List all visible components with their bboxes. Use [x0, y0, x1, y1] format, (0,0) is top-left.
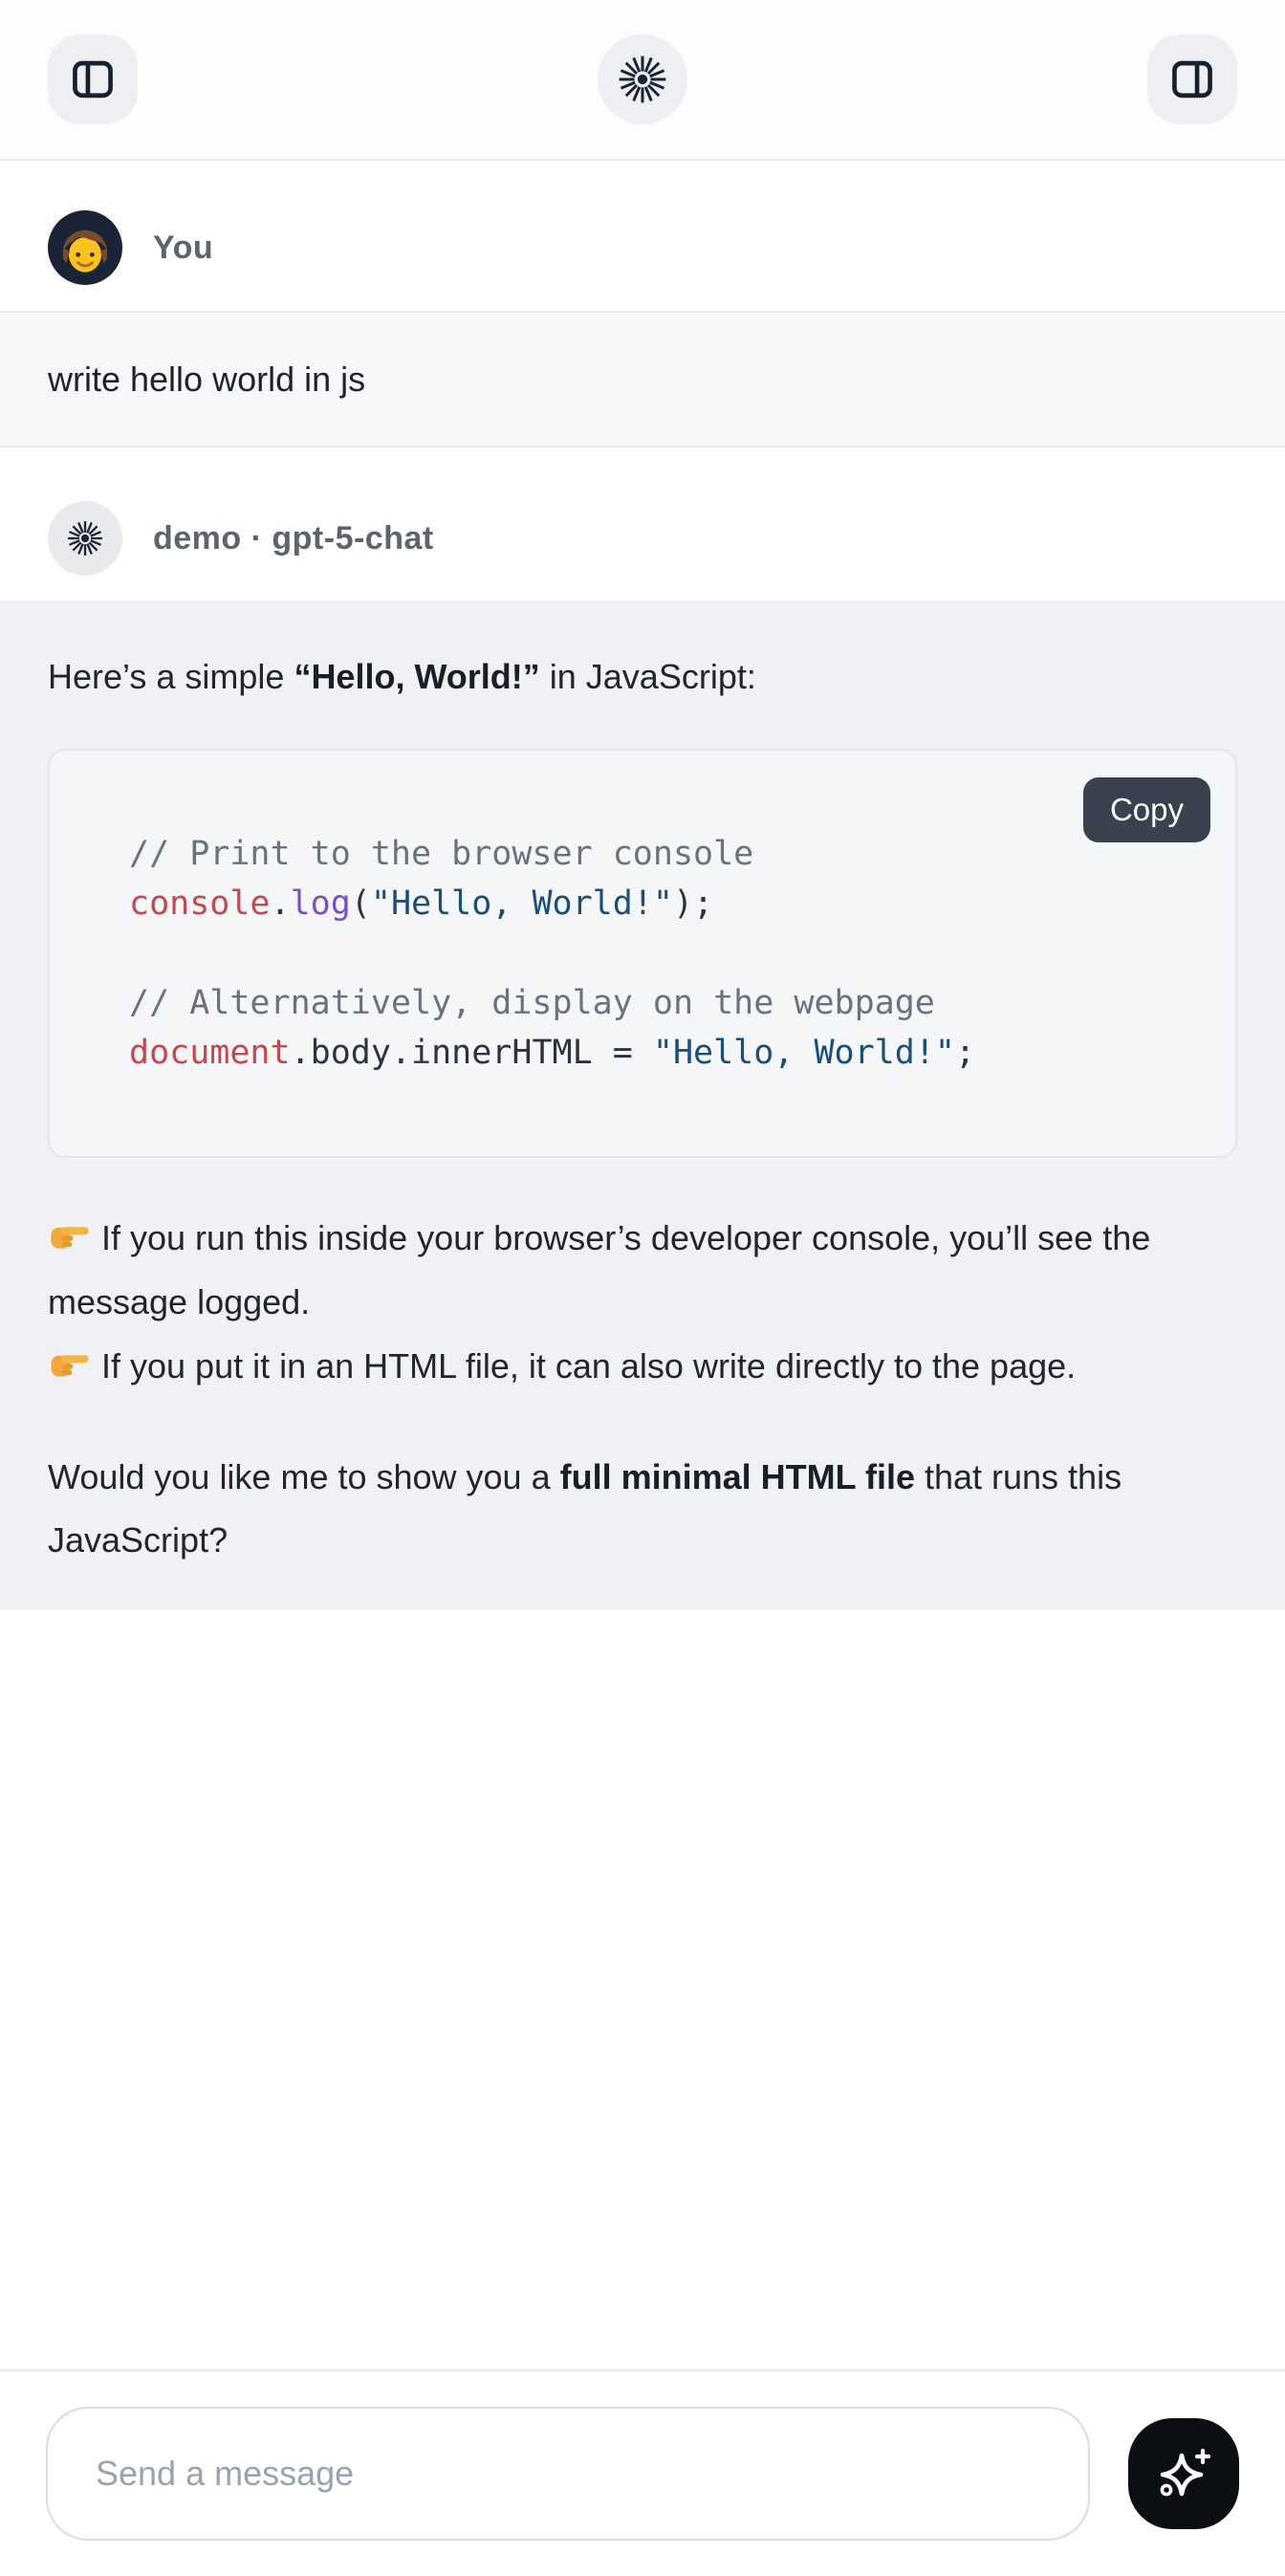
intro-suffix: in JavaScript: [540, 657, 756, 696]
code-token: "Hello, World!" [371, 884, 673, 923]
code-token: . [271, 884, 291, 923]
code-line-blank [129, 928, 1197, 978]
code-token: log [291, 884, 351, 923]
send-button[interactable] [1128, 2418, 1239, 2529]
note-line: If you run this inside your browser’s de… [48, 1206, 1233, 1334]
sidebar-right-icon [1166, 54, 1218, 105]
question-paragraph: Would you like me to show you a full min… [48, 1446, 1233, 1572]
user-message-body: write hello world in js [0, 311, 1285, 448]
code-token: ); [673, 884, 713, 923]
assistant-message-header: demo · gpt-5-chat [0, 501, 1285, 576]
intro-paragraph: Here’s a simple “Hello, World!” in JavaS… [48, 644, 1233, 709]
user-avatar person-emoji [48, 210, 122, 285]
question-prefix: Would you like me to show you a [48, 1457, 560, 1496]
code-token: ( [351, 884, 371, 923]
sidebar-left-icon [67, 54, 119, 105]
pointing-right-emoji-icon [48, 1338, 92, 1372]
user-message-header: You [0, 210, 1285, 285]
sidebar-toggle-button[interactable] [48, 34, 138, 124]
code-comment: // Print to the browser console [129, 835, 753, 873]
right-panel-toggle-button[interactable] [1147, 34, 1237, 124]
pointing-right-emoji-icon [48, 1210, 92, 1244]
code-comment: // Alternatively, display on the webpage [129, 984, 935, 1022]
code-content[interactable]: // Print to the browser console console.l… [50, 751, 1235, 1156]
code-token: console [129, 884, 271, 923]
code-line: // Print to the browser console [129, 829, 1197, 879]
code-token: "Hello, World!" [653, 1034, 955, 1072]
message-input[interactable] [46, 2407, 1090, 2541]
notes-paragraph: If you run this inside your browser’s de… [48, 1206, 1239, 1398]
app-spinner-button[interactable] [598, 34, 687, 124]
question-bold: full minimal HTML file [560, 1457, 915, 1496]
assistant-model-label: demo · gpt-5-chat [153, 520, 434, 557]
code-line: // Alternatively, display on the webpage [129, 978, 1197, 1028]
composer-bar [0, 2369, 1285, 2576]
intro-bold: “Hello, World!” [294, 657, 539, 696]
assistant-response: Here’s a simple “Hello, World!” in JavaS… [0, 600, 1285, 1610]
assistant-avatar starburst-icon [48, 501, 122, 576]
starburst-icon [614, 51, 671, 108]
intro-prefix: Here’s a simple [48, 657, 294, 696]
copy-button[interactable]: Copy [1083, 777, 1210, 842]
note-text: If you run this inside your browser’s de… [48, 1218, 1150, 1321]
sparkle-plus-icon [1153, 2442, 1214, 2506]
code-line: document.body.innerHTML = "Hello, World!… [129, 1028, 1197, 1078]
code-token: .body.innerHTML = [291, 1034, 653, 1072]
code-token: document [129, 1034, 291, 1072]
top-bar [0, 0, 1285, 161]
code-block: Copy // Print to the browser console cons… [48, 749, 1237, 1158]
code-line: console.log("Hello, World!"); [129, 879, 1197, 928]
code-token: ; [955, 1034, 975, 1072]
user-message-text: write hello world in js [48, 360, 365, 400]
note-line: If you put it in an HTML file, it can al… [48, 1334, 1233, 1398]
note-text: If you put it in an HTML file, it can al… [101, 1346, 1076, 1386]
user-name: You [153, 229, 213, 267]
empty-chat-area [0, 1610, 1285, 2369]
